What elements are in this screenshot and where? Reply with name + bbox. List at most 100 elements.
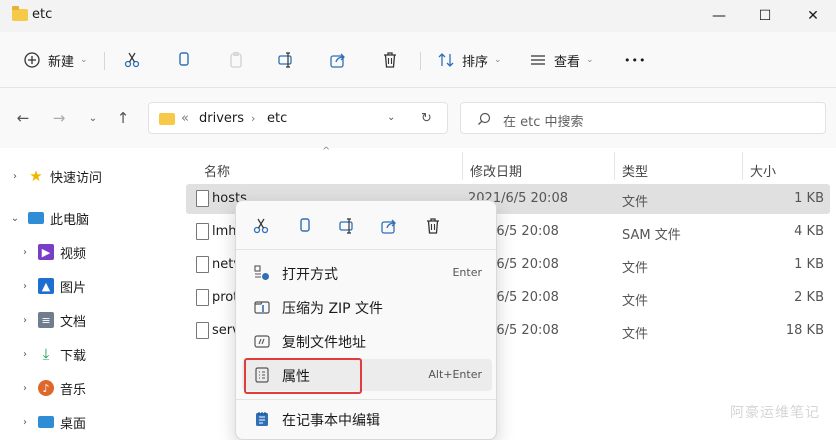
address-bar[interactable]: « drivers › etc ⌄ ↻ bbox=[148, 102, 448, 134]
copy-path-icon bbox=[254, 333, 270, 349]
sidebar-item-label: 桌面 bbox=[60, 416, 87, 432]
chevron-right-icon[interactable]: › bbox=[18, 417, 32, 428]
rename-icon bbox=[339, 218, 353, 234]
up-button[interactable]: ↑ bbox=[112, 108, 134, 128]
share-button[interactable] bbox=[376, 213, 402, 239]
new-button[interactable]: 新建 ⌄ bbox=[22, 46, 88, 74]
column-header-type[interactable]: 类型 bbox=[622, 156, 648, 184]
file-icon bbox=[196, 289, 209, 306]
delete-button[interactable] bbox=[420, 213, 446, 239]
menu-item-compress-zip[interactable]: 压缩为 ZIP 文件 bbox=[242, 291, 492, 323]
cut-button[interactable] bbox=[122, 46, 142, 74]
sidebar-item-pictures[interactable]: › ▲ 图片 bbox=[18, 274, 198, 298]
file-icon bbox=[196, 322, 209, 339]
column-header-name[interactable]: 名称 bbox=[204, 156, 230, 184]
chevron-right-icon[interactable]: › bbox=[18, 349, 32, 360]
picture-icon: ▲ bbox=[38, 278, 54, 294]
scissors-icon bbox=[122, 50, 142, 70]
video-icon: ▶ bbox=[38, 244, 54, 260]
file-icon bbox=[196, 256, 209, 273]
sidebar-item-label: 图片 bbox=[60, 280, 87, 296]
folder-icon bbox=[12, 6, 28, 21]
menu-item-open-with[interactable]: 打开方式 Enter bbox=[242, 257, 492, 289]
rename-button[interactable] bbox=[276, 46, 296, 74]
new-label: 新建 bbox=[48, 54, 75, 70]
chevron-right-icon[interactable]: › bbox=[18, 383, 32, 394]
chevron-down-icon[interactable]: ⌄ bbox=[8, 213, 22, 224]
more-button[interactable]: ••• bbox=[624, 46, 646, 74]
sidebar-item-label: 下载 bbox=[60, 348, 87, 364]
menu-item-edit-notepad[interactable]: 在记事本中编辑 bbox=[242, 403, 492, 435]
copy-button[interactable] bbox=[174, 46, 194, 74]
sidebar-item-videos[interactable]: › ▶ 视频 bbox=[18, 240, 198, 264]
copy-button[interactable] bbox=[292, 213, 318, 239]
sidebar-item-music[interactable]: › ♪ 音乐 bbox=[18, 376, 198, 400]
chevron-right-icon[interactable]: › bbox=[18, 315, 32, 326]
share-icon bbox=[328, 50, 348, 70]
chevron-down-icon: ⌄ bbox=[586, 55, 594, 65]
chevron-right-icon[interactable]: › bbox=[18, 281, 32, 292]
navigation-pane: › ★ 快速访问 ⌄ 此电脑 › ▶ 视频 › ▲ 图片 › ≡ 文档 › ⤓ … bbox=[0, 148, 180, 440]
file-icon bbox=[196, 223, 209, 240]
sidebar-item-label: 音乐 bbox=[60, 382, 87, 398]
sidebar-item-this-pc[interactable]: ⌄ 此电脑 bbox=[8, 206, 188, 230]
back-button[interactable]: ← bbox=[12, 108, 34, 128]
sidebar-item-desktop[interactable]: › 桌面 bbox=[18, 410, 198, 434]
file-icon bbox=[196, 190, 209, 207]
share-button[interactable] bbox=[328, 46, 348, 74]
clipboard-icon bbox=[226, 50, 246, 70]
notepad-icon bbox=[254, 411, 270, 427]
view-button[interactable]: 查看 ⌄ bbox=[528, 46, 594, 74]
download-icon: ⤓ bbox=[42, 345, 50, 363]
highlight-box bbox=[244, 358, 362, 394]
share-icon bbox=[381, 219, 396, 234]
search-icon bbox=[478, 112, 491, 125]
cut-button[interactable] bbox=[248, 213, 274, 239]
minimize-button[interactable]: — bbox=[696, 0, 742, 32]
chevron-down-icon: ⌄ bbox=[80, 55, 88, 65]
trash-icon bbox=[427, 218, 439, 234]
chevron-right-icon[interactable]: › bbox=[18, 247, 32, 258]
delete-button[interactable] bbox=[380, 46, 400, 74]
sort-button[interactable]: 排序 ⌄ bbox=[436, 46, 502, 74]
search-box[interactable]: 在 etc 中搜索 bbox=[460, 102, 826, 134]
sidebar-item-quick-access[interactable]: › ★ 快速访问 bbox=[8, 164, 188, 188]
chevron-right-icon: › bbox=[251, 112, 256, 125]
menu-item-copy-path[interactable]: 复制文件地址 bbox=[242, 325, 492, 357]
sidebar-item-label: 视频 bbox=[60, 246, 87, 262]
breadcrumb-etc[interactable]: etc bbox=[267, 111, 287, 126]
forward-button[interactable]: → bbox=[48, 108, 70, 128]
sort-ascending-icon: ^ bbox=[322, 146, 331, 157]
sidebar-item-documents[interactable]: › ≡ 文档 bbox=[18, 308, 198, 332]
rename-button[interactable] bbox=[334, 213, 360, 239]
chevron-down-icon: ⌄ bbox=[494, 55, 502, 65]
column-header-size[interactable]: 大小 bbox=[750, 156, 776, 184]
collapsed-crumbs[interactable]: « bbox=[181, 111, 189, 126]
folder-icon bbox=[159, 113, 175, 125]
recent-locations-button[interactable]: ⌄ bbox=[82, 108, 104, 128]
close-button[interactable]: ✕ bbox=[790, 0, 836, 32]
column-header-modified[interactable]: 修改日期 bbox=[470, 156, 522, 184]
address-dropdown-icon[interactable]: ⌄ bbox=[387, 112, 395, 123]
sort-label: 排序 bbox=[462, 54, 489, 70]
copy-icon bbox=[300, 218, 310, 232]
copy-icon bbox=[174, 50, 194, 70]
maximize-button[interactable]: ☐ bbox=[742, 0, 788, 32]
plus-circle-icon bbox=[22, 50, 42, 70]
breadcrumb-drivers[interactable]: drivers bbox=[199, 111, 244, 126]
sidebar-item-downloads[interactable]: › ⤓ 下载 bbox=[18, 342, 198, 366]
trash-icon bbox=[380, 50, 400, 70]
chevron-right-icon[interactable]: › bbox=[8, 171, 22, 182]
more-icon: ••• bbox=[624, 53, 647, 67]
view-label: 查看 bbox=[554, 54, 581, 70]
sidebar-item-label: 快速访问 bbox=[50, 170, 103, 186]
scissors-icon bbox=[253, 218, 269, 234]
zip-folder-icon bbox=[254, 299, 270, 315]
sort-icon bbox=[436, 50, 456, 70]
context-menu: 打开方式 Enter 压缩为 ZIP 文件 复制文件地址 属性 Alt+Ente… bbox=[235, 200, 498, 440]
paste-button[interactable] bbox=[226, 46, 246, 74]
document-icon: ≡ bbox=[38, 312, 54, 328]
desktop-icon bbox=[38, 416, 54, 428]
view-list-icon bbox=[528, 50, 548, 70]
refresh-icon[interactable]: ↻ bbox=[421, 111, 432, 126]
